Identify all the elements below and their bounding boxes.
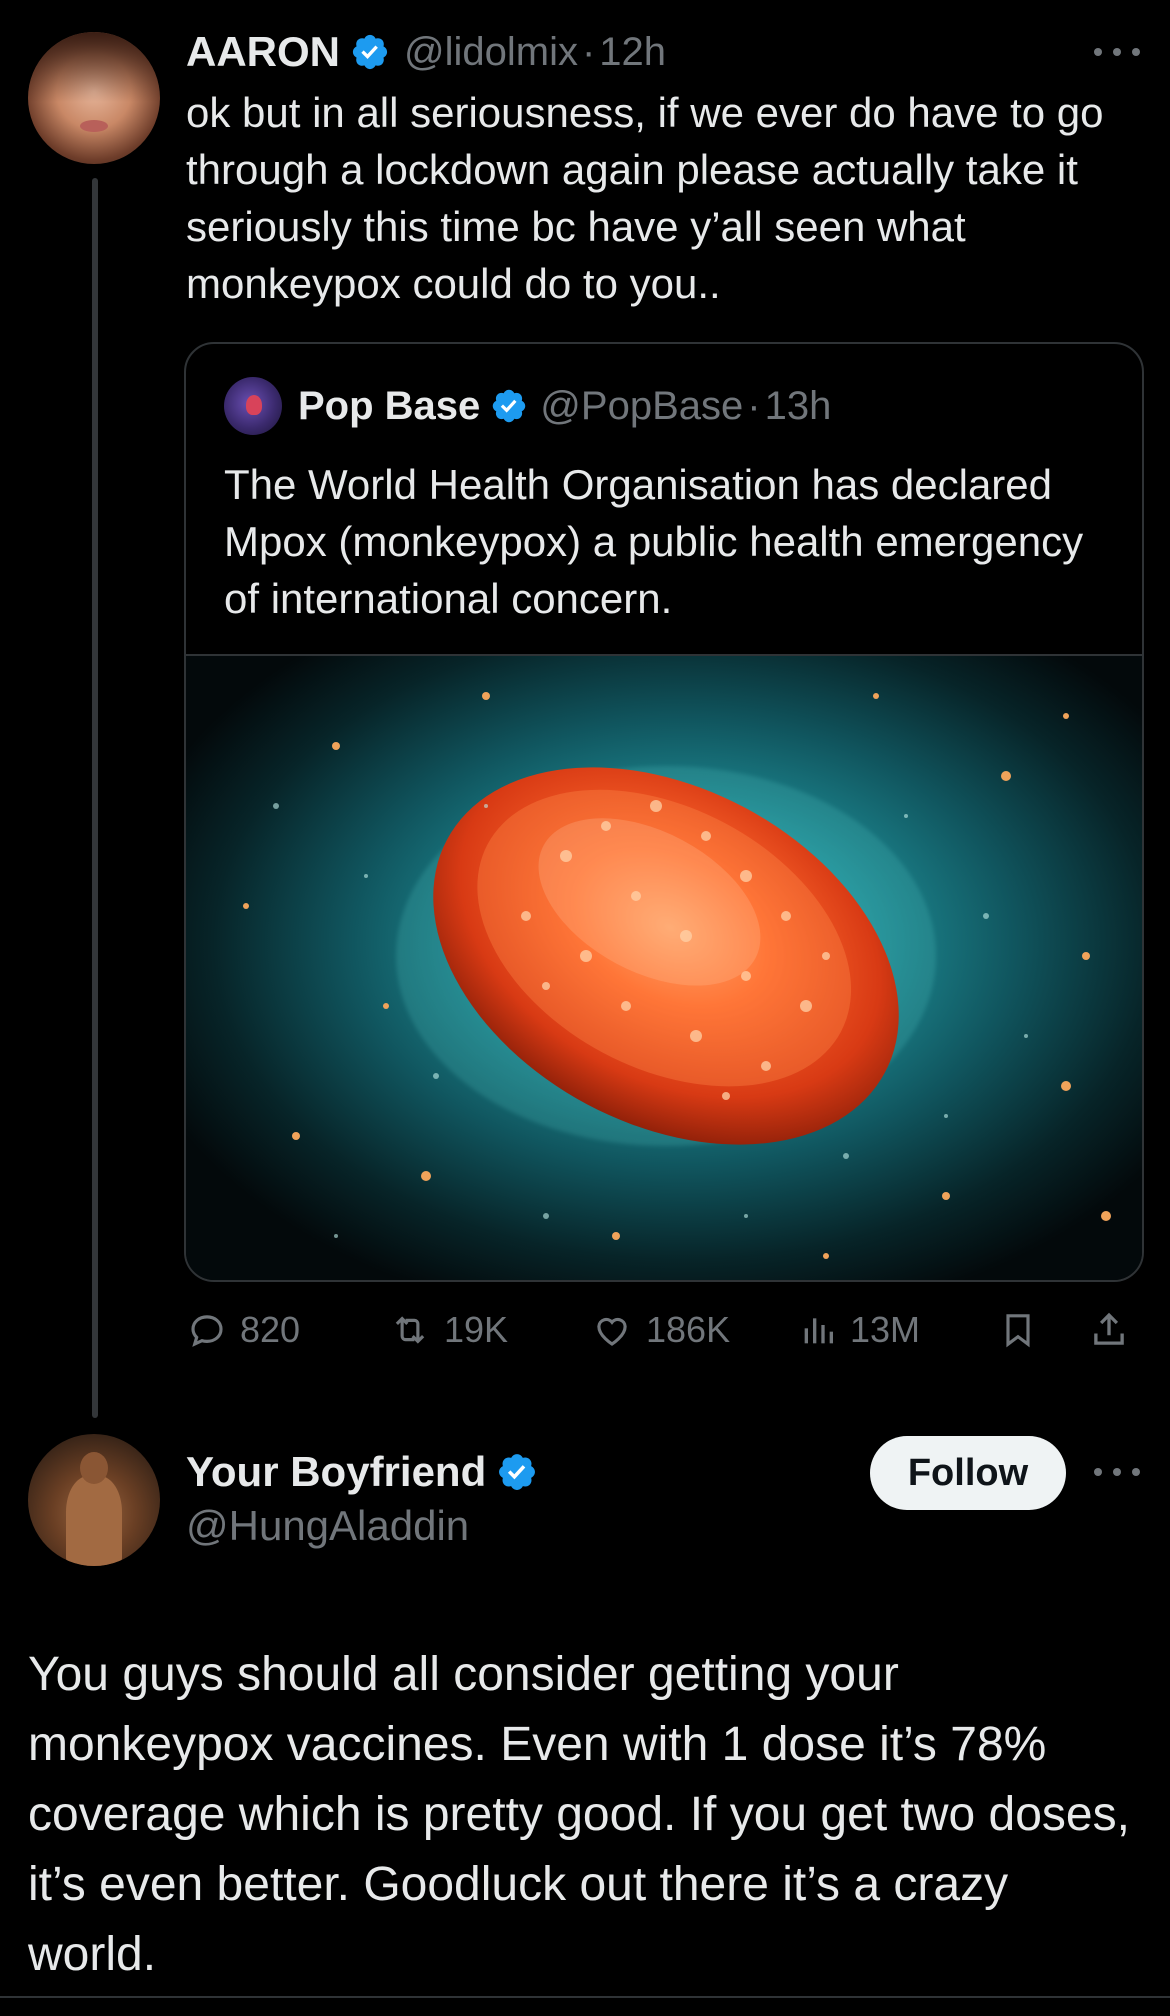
thread-connector-line	[92, 178, 98, 1418]
quoted-timestamp: 13h	[764, 383, 832, 428]
dot	[1113, 1468, 1121, 1476]
views-button[interactable]: 13M	[798, 1300, 920, 1360]
repost-icon	[395, 1316, 425, 1344]
follow-button[interactable]: Follow	[870, 1436, 1066, 1510]
repost-count: 19K	[444, 1309, 509, 1350]
tweet-action-bar: 820 19K 186K 13M	[186, 1300, 1146, 1360]
separator-dot: ·	[581, 29, 596, 74]
tweet-text: ok but in all seriousness, if we ever do…	[186, 89, 1104, 307]
verified-badge-icon	[493, 389, 526, 423]
like-button[interactable]: 186K	[590, 1300, 730, 1360]
share-button[interactable]	[1088, 1300, 1142, 1360]
avatar[interactable]	[28, 1434, 160, 1566]
dot	[1132, 1468, 1140, 1476]
quoted-tweet-image[interactable]	[186, 654, 1142, 1280]
quoted-avatar	[224, 377, 282, 435]
avatar-head	[80, 1452, 108, 1484]
bookmark-button[interactable]	[998, 1300, 1050, 1360]
dot	[1113, 48, 1121, 56]
avatar-torso	[66, 1476, 122, 1566]
avatar-hair	[28, 32, 160, 102]
author-name[interactable]: Your Boyfriend	[186, 1448, 486, 1496]
more-options-icon[interactable]	[1094, 46, 1140, 58]
dot	[1132, 48, 1140, 56]
like-count: 186K	[646, 1309, 731, 1350]
quoted-author-handle: @PopBase	[540, 383, 744, 428]
quoted-tweet-text: The World Health Organisation has declar…	[224, 461, 1084, 622]
reply-icon	[191, 1315, 223, 1347]
verified-badge-icon	[499, 1454, 536, 1490]
virus-illustration	[243, 692, 1111, 1259]
view-count: 13M	[850, 1309, 921, 1350]
quoted-author-name: Pop Base	[298, 383, 481, 428]
tweet-text: You guys should all consider getting you…	[28, 1648, 1130, 1981]
author-handle[interactable]: @HungAladdin	[186, 1502, 469, 1550]
reply-count: 820	[240, 1309, 301, 1350]
repost-button[interactable]: 19K	[388, 1300, 508, 1360]
tweet-header: AARON @lidolmix · 12h	[186, 26, 666, 78]
dot	[1094, 1468, 1102, 1476]
share-icon	[1094, 1312, 1124, 1345]
reply-button[interactable]: 820	[186, 1300, 300, 1360]
author-handle[interactable]: @lidolmix	[404, 30, 578, 75]
verified-badge-icon	[352, 34, 388, 70]
avatar[interactable]	[28, 32, 160, 164]
bookmark-icon	[1006, 1314, 1030, 1348]
heart-icon	[597, 1317, 627, 1346]
divider	[0, 1996, 1170, 1998]
dot	[1094, 48, 1102, 56]
separator-dot: ·	[747, 383, 761, 428]
views-chart-icon	[804, 1318, 833, 1344]
tweet-header: Your Boyfriend	[186, 1444, 538, 1500]
quoted-tweet-header: Pop Base @PopBase · 13h	[224, 377, 832, 435]
author-name[interactable]: AARON	[186, 28, 340, 76]
avatar-lips	[80, 120, 108, 132]
more-options-icon[interactable]	[1094, 1466, 1140, 1478]
timestamp[interactable]: 12h	[599, 30, 666, 75]
quoted-tweet-card[interactable]: Pop Base @PopBase · 13h The World Health…	[184, 342, 1144, 1282]
